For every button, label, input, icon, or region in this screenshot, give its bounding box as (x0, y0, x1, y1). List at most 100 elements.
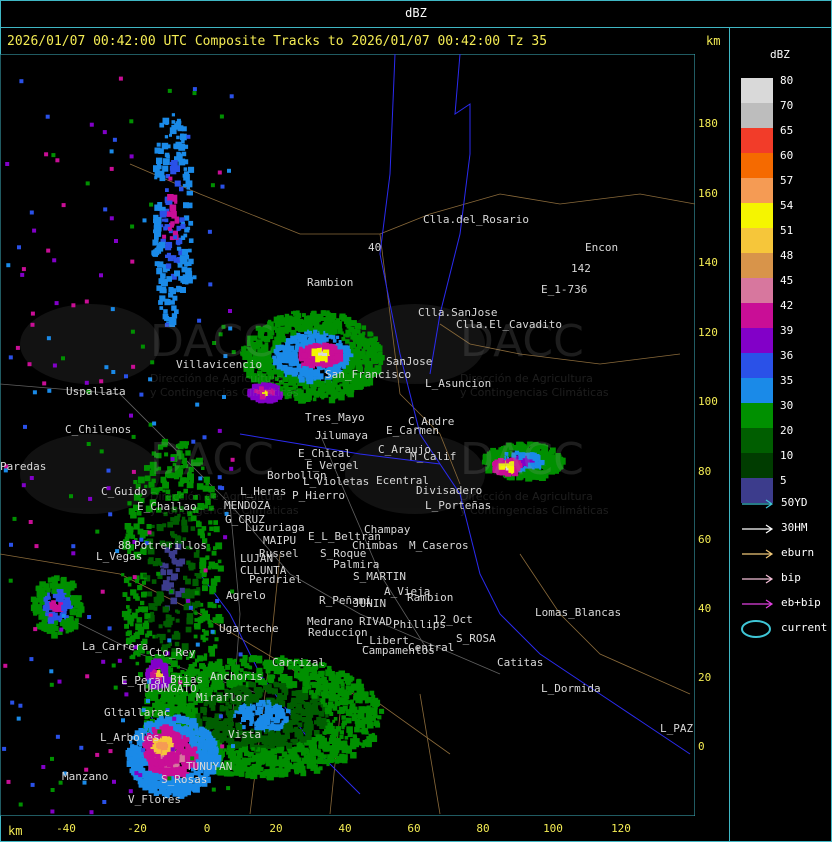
y-tick-label: 0 (698, 740, 705, 753)
place-label: L_PAZ (660, 722, 694, 735)
legend-swatch (741, 103, 773, 128)
place-label: Clla.El_Cavadito (456, 318, 562, 331)
place-label: L_Asuncion (425, 377, 492, 390)
place-label: E_Challao (137, 500, 197, 513)
x-tick-label: -40 (56, 822, 76, 835)
legend-level-label: 70 (780, 99, 794, 112)
place-label: Luzuriaga (245, 521, 305, 534)
place-label: Jilumaya (315, 429, 368, 442)
place-label: M_Calif (410, 450, 457, 463)
place-label: Potrerillos (134, 539, 207, 552)
y-tick-label: 80 (698, 465, 712, 478)
map-title: 2026/01/07 00:42:00 UTC Composite Tracks… (7, 34, 548, 49)
legend-swatch (741, 78, 773, 103)
legend-level-label: 10 (780, 449, 794, 462)
window-title: dBZ (405, 6, 427, 20)
place-label: Cto_Rey (149, 646, 196, 659)
track-arrow-icon (742, 599, 774, 609)
place-label: Uspallata (66, 385, 126, 398)
legend-level-label: 5 (780, 474, 787, 487)
place-label: JUNIN (353, 597, 387, 610)
track-legend-label: eburn (781, 546, 815, 559)
legend-level-label: 60 (780, 149, 794, 162)
y-tick-label: 40 (698, 602, 712, 615)
place-label: Agrelo (226, 589, 266, 602)
legend-swatch (741, 153, 773, 178)
legend-swatch (741, 353, 773, 378)
place-label: Rambion (307, 276, 354, 289)
place-label: 40 (368, 241, 382, 254)
legend-divider (729, 28, 730, 841)
place-label: Gltallarac (104, 706, 171, 719)
legend-title: dBZ (770, 48, 790, 61)
place-label: L_Porteñas (425, 499, 492, 512)
place-label: Tres_Mayo (305, 411, 365, 424)
place-label: Anchoris (210, 670, 263, 683)
legend-swatch (741, 303, 773, 328)
track-arrow-icon (742, 574, 774, 584)
track-legend-label: current (781, 621, 828, 634)
legend-swatch (741, 453, 773, 478)
legend-level-label: 54 (780, 199, 794, 212)
legend-level-label: 30 (780, 399, 794, 412)
x-tick-label: 80 (476, 822, 490, 835)
x-tick-label: 0 (203, 822, 211, 835)
place-label: L_Dormida (541, 682, 601, 695)
place-label: Divisadero (416, 484, 483, 497)
track-legend-label: eb+bip (781, 596, 821, 609)
place-label: M_Caseros (409, 539, 469, 552)
legend-level-label: 39 (780, 324, 794, 337)
title-divider (0, 27, 832, 28)
place-label: SanJose (386, 355, 433, 368)
x-tick-label: 120 (611, 822, 631, 835)
place-label: Vista (228, 728, 262, 741)
track-arrow-icon (742, 549, 774, 559)
legend-level-label: 57 (780, 174, 794, 187)
x-tick-label: -20 (127, 822, 147, 835)
legend-level-label: 48 (780, 249, 794, 262)
legend-swatch (741, 328, 773, 353)
place-label: San_Francisco (325, 368, 412, 381)
place-label: Paredas (0, 460, 47, 473)
legend-level-label: 51 (780, 224, 794, 237)
place-label: E_Carmen (386, 424, 439, 437)
place-label: Borbollon (267, 469, 327, 482)
x-tick-label: 20 (269, 822, 283, 835)
legend-level-label: 36 (780, 349, 794, 362)
current-cell-ellipse-icon (741, 620, 771, 638)
legend-swatch (741, 203, 773, 228)
legend-level-label: 80 (780, 74, 794, 87)
place-label: MAIPU (263, 534, 297, 547)
place-label: Miraflor (196, 691, 249, 704)
place-label: C_Guido (101, 485, 148, 498)
y-tick-label: 140 (698, 256, 718, 269)
place-label: Lomas_Blancas (535, 606, 622, 619)
place-label: La_Carrera (82, 640, 149, 653)
legend-swatch (741, 428, 773, 453)
legend-level-label: 45 (780, 274, 794, 287)
place-label: Manzano (62, 770, 109, 783)
place-label: L_Arboles (100, 731, 160, 744)
y-tick-label: 180 (698, 117, 718, 130)
place-label: Ugarteche (219, 622, 279, 635)
place-label: Central (408, 641, 455, 654)
legend-level-label: 20 (780, 424, 794, 437)
place-label: Villavicencio (176, 358, 263, 371)
place-label: TUPUNGATO (137, 682, 197, 695)
y-tick-label: 100 (698, 395, 718, 408)
legend-swatch (741, 378, 773, 403)
unit-label-bottom: km (8, 824, 23, 838)
place-label: S_MARTIN (353, 570, 406, 583)
track-arrow-icon (742, 499, 774, 509)
legend-swatch (741, 178, 773, 203)
x-tick-label: 100 (543, 822, 563, 835)
place-label: Rambion (407, 591, 454, 604)
place-label: L_Heras (240, 485, 287, 498)
legend-swatch (741, 253, 773, 278)
legend-swatch (741, 128, 773, 153)
y-tick-label: 20 (698, 671, 712, 684)
y-tick-label: 60 (698, 533, 712, 546)
x-tick-label: 60 (407, 822, 421, 835)
place-label: Perdriel (249, 573, 302, 586)
legend-swatch (741, 403, 773, 428)
